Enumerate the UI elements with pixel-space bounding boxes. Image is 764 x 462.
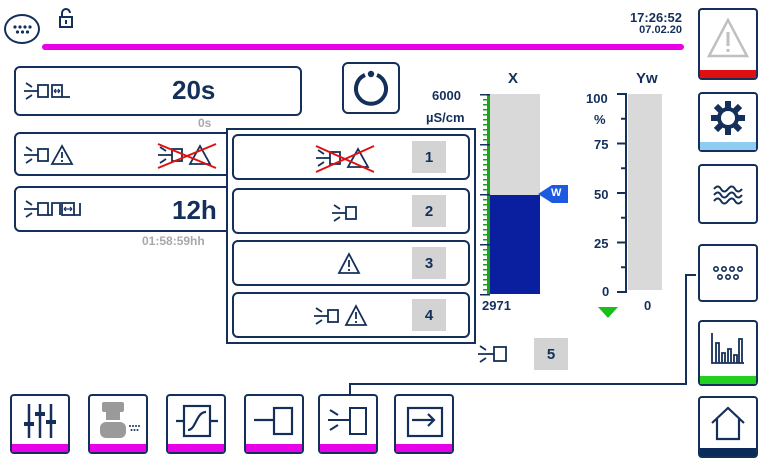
sidebar-settings-button[interactable]: [698, 92, 758, 152]
alarm-stripe: [700, 70, 756, 78]
output-arrow-icon: [406, 406, 444, 438]
dots-icon: [713, 266, 743, 281]
bar-chart-icon: [711, 333, 744, 364]
waves-icon: [713, 185, 743, 205]
bottom-sliders-button[interactable]: [10, 394, 70, 454]
charts-stripe: [700, 376, 756, 384]
sliders-icon: [24, 404, 56, 438]
valve-stripe: [90, 444, 146, 452]
bottom-controller-button[interactable]: [166, 394, 226, 454]
controller-stripe: [168, 444, 224, 452]
light-actuator-icon: [328, 407, 367, 435]
bottom-light-actuator-button[interactable]: [318, 394, 378, 454]
home-icon: [711, 406, 745, 441]
gear-icon: [711, 101, 745, 135]
controller-icon: [176, 404, 218, 438]
output-stripe: [396, 444, 452, 452]
sidebar-alarm-button[interactable]: [698, 8, 758, 80]
sliders-stripe: [12, 444, 68, 452]
connector-line: [349, 274, 696, 396]
actuator-icon: [254, 406, 294, 436]
warning-icon: [706, 17, 750, 58]
valve-icon: [100, 402, 140, 438]
settings-stripe: [700, 142, 756, 150]
sidebar-charts-button[interactable]: [698, 320, 758, 386]
bottom-valve-button[interactable]: [88, 394, 148, 454]
light-actuator-stripe: [320, 444, 376, 452]
sidebar-io-button[interactable]: [698, 244, 758, 302]
sidebar-home-button[interactable]: [698, 396, 758, 458]
bottom-output-button[interactable]: [394, 394, 454, 454]
home-stripe: [700, 448, 756, 456]
bottom-actuator-button[interactable]: [244, 394, 304, 454]
actuator-stripe: [246, 444, 302, 452]
sidebar-process-button[interactable]: [698, 164, 758, 224]
